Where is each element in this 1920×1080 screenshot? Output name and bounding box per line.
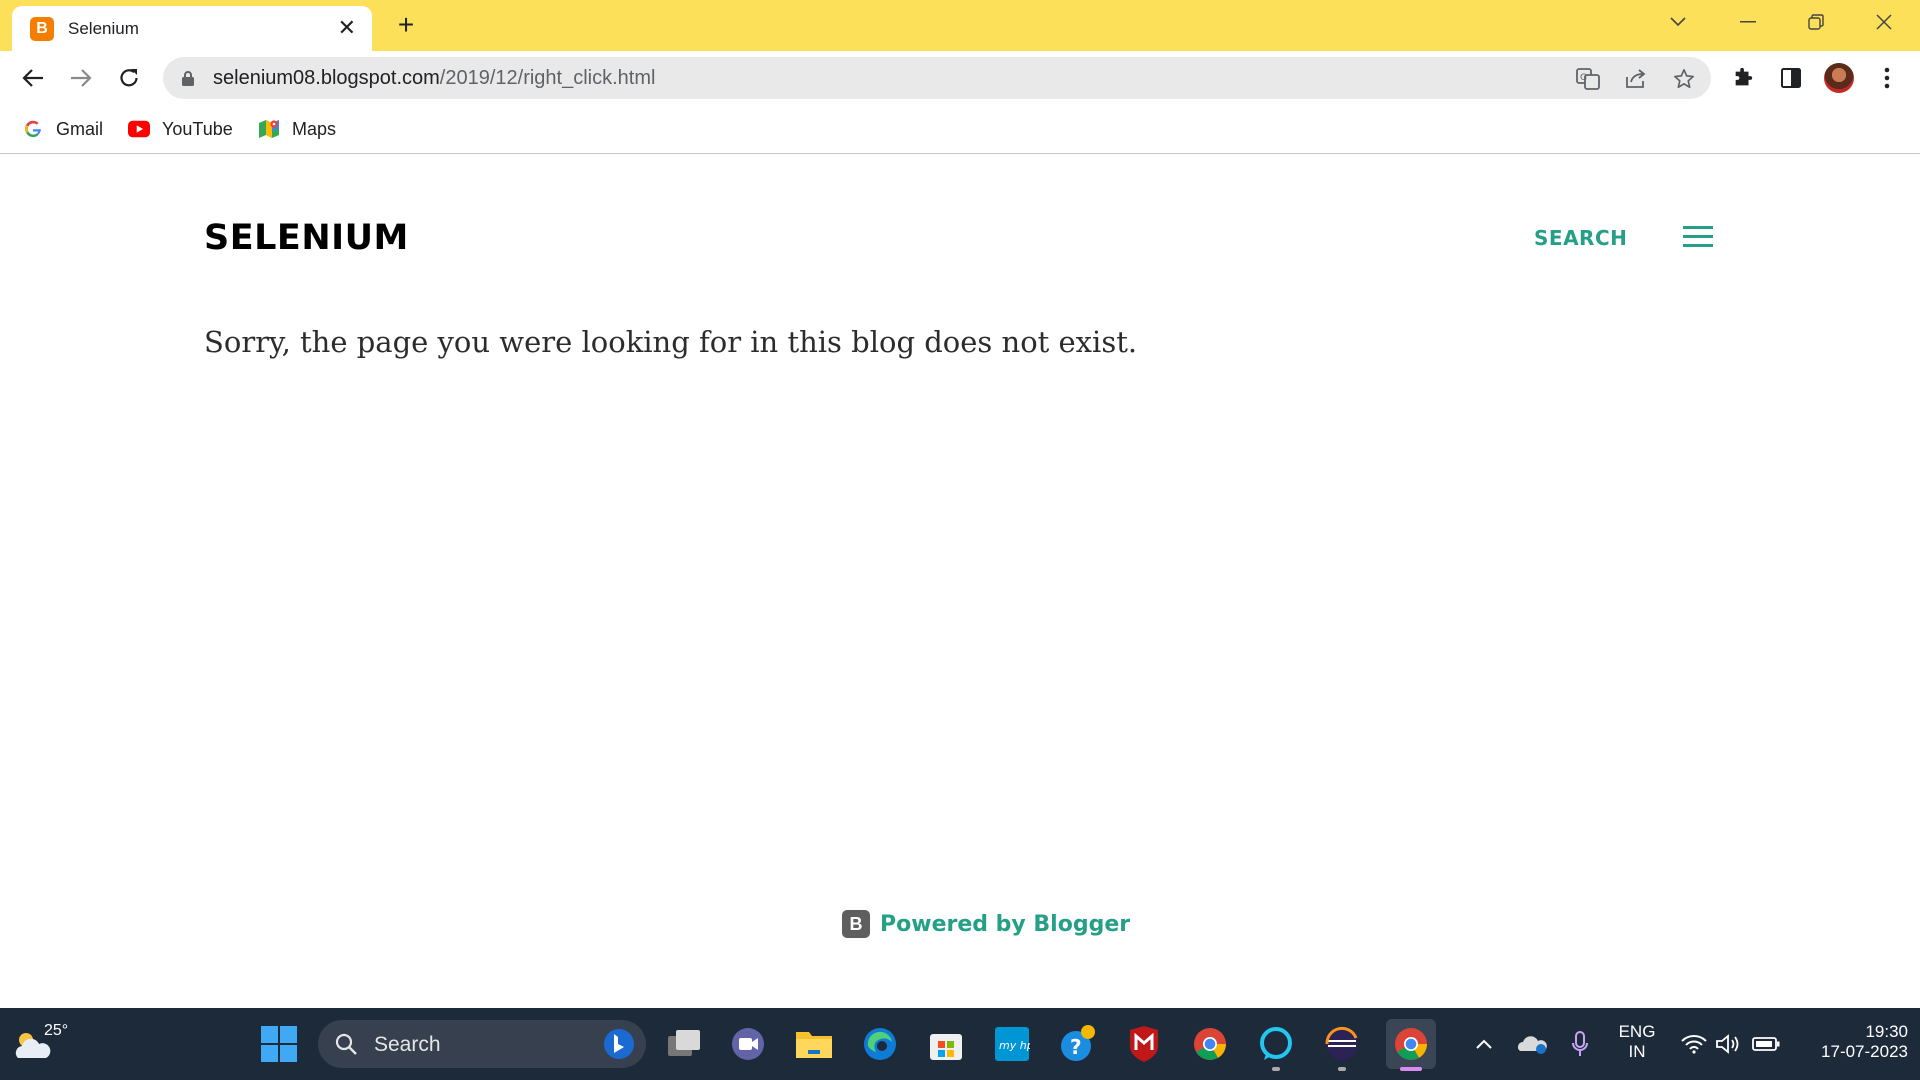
url-text[interactable]: selenium08.blogspot.com/2019/12/right_cl… [213, 67, 655, 90]
bookmark-label: Gmail [56, 118, 104, 139]
svg-text:my hp: my hp [999, 1039, 1030, 1052]
microphone-icon[interactable] [1560, 1022, 1600, 1066]
google-icon [22, 118, 44, 140]
mcafee-icon[interactable] [1122, 1022, 1166, 1066]
taskbar-search[interactable]: Search [318, 1020, 646, 1068]
restore-button[interactable] [1792, 6, 1840, 38]
clock-time: 19:30 [1865, 1022, 1908, 1041]
browser-title-bar: B Selenium ✕ + [0, 0, 1920, 51]
bookmark-star-icon[interactable] [1671, 66, 1697, 92]
running-indicator [1272, 1067, 1280, 1071]
translate-icon[interactable]: G [1575, 66, 1601, 92]
blogger-logo-icon: B [842, 910, 870, 938]
forward-button[interactable] [64, 61, 98, 95]
show-hidden-icons-chevron-icon[interactable] [1464, 1022, 1504, 1066]
address-bar[interactable]: selenium08.blogspot.com/2019/12/right_cl… [163, 57, 1711, 99]
browser-tab[interactable]: B Selenium ✕ [12, 6, 372, 51]
side-panel-icon[interactable] [1776, 63, 1806, 93]
battery-icon[interactable] [1746, 1022, 1786, 1066]
running-indicator [1338, 1067, 1346, 1071]
search-icon [335, 1033, 357, 1055]
temperature: 25° [44, 1022, 69, 1039]
share-icon[interactable] [1623, 66, 1649, 92]
onedrive-icon[interactable] [1512, 1022, 1552, 1066]
bookmark-gmail[interactable]: Gmail [22, 115, 103, 143]
language-indicator[interactable]: ENG IN [1612, 1022, 1662, 1062]
teams-chat-icon[interactable] [726, 1022, 770, 1066]
lock-icon[interactable] [181, 70, 195, 92]
bookmark-label: Maps [292, 118, 337, 139]
bookmark-maps[interactable]: Maps [258, 115, 336, 143]
start-windows-icon[interactable] [257, 1022, 301, 1066]
reload-button[interactable] [112, 61, 146, 95]
windows-taskbar: 25° Search my hp ? [0, 1008, 1920, 1080]
tab-close-icon[interactable]: ✕ [338, 16, 356, 40]
hamburger-menu-icon[interactable] [1683, 226, 1713, 250]
browser-toolbar: selenium08.blogspot.com/2019/12/right_cl… [0, 51, 1920, 105]
chrome-icon[interactable] [1188, 1022, 1232, 1066]
weather-widget[interactable]: 25° [12, 1020, 68, 1066]
edge-browser-icon[interactable] [858, 1022, 902, 1066]
search-button[interactable]: SEARCH [1534, 226, 1627, 250]
url-host: selenium08.blogspot.com [213, 67, 440, 89]
clock[interactable]: 19:30 17-07-2023 [1798, 1022, 1908, 1062]
microsoft-store-icon[interactable] [924, 1022, 968, 1066]
tab-title: Selenium [68, 18, 139, 38]
extensions-puzzle-icon[interactable] [1728, 63, 1758, 93]
maps-icon [258, 118, 280, 140]
task-view-icon[interactable] [662, 1022, 706, 1066]
myhp-icon[interactable]: my hp [990, 1022, 1034, 1066]
volume-icon[interactable] [1708, 1022, 1748, 1066]
language-code: ENG [1618, 1022, 1656, 1041]
search-placeholder: Search [374, 1033, 441, 1056]
eclipse-icon[interactable] [1320, 1022, 1364, 1071]
error-message: Sorry, the page you were looking for in … [204, 325, 1138, 359]
minimize-button[interactable] [1724, 6, 1772, 38]
file-explorer-icon[interactable] [792, 1022, 836, 1066]
bookmarks-bar: Gmail YouTube Maps [0, 105, 1920, 154]
bookmark-label: YouTube [162, 118, 233, 139]
clock-date: 17-07-2023 [1821, 1042, 1908, 1061]
more-menu-icon[interactable] [1872, 63, 1902, 93]
new-tab-button[interactable]: + [390, 9, 422, 41]
powered-by-blogger-link[interactable]: B Powered by Blogger [842, 910, 1130, 938]
profile-avatar[interactable] [1824, 63, 1854, 93]
blogger-favicon-icon: B [30, 16, 54, 41]
bookmark-youtube[interactable]: YouTube [128, 115, 233, 143]
get-help-icon[interactable]: ? [1056, 1022, 1100, 1066]
chrome-active-icon[interactable] [1386, 1019, 1436, 1071]
url-path: /2019/12/right_click.html [439, 67, 656, 89]
youtube-icon [128, 118, 150, 140]
alexa-icon[interactable] [1254, 1022, 1298, 1071]
tab-search-chevron-icon[interactable] [1654, 6, 1702, 38]
back-button[interactable] [16, 61, 50, 95]
close-window-button[interactable] [1860, 6, 1908, 38]
powered-by-text: Powered by Blogger [880, 911, 1131, 937]
region-code: IN [1628, 1042, 1646, 1061]
bing-icon[interactable] [602, 1027, 636, 1061]
svg-text:?: ? [1070, 1035, 1082, 1059]
active-indicator [1400, 1067, 1422, 1071]
site-title[interactable]: SELENIUM [204, 218, 409, 258]
svg-text:G: G [1580, 73, 1587, 83]
